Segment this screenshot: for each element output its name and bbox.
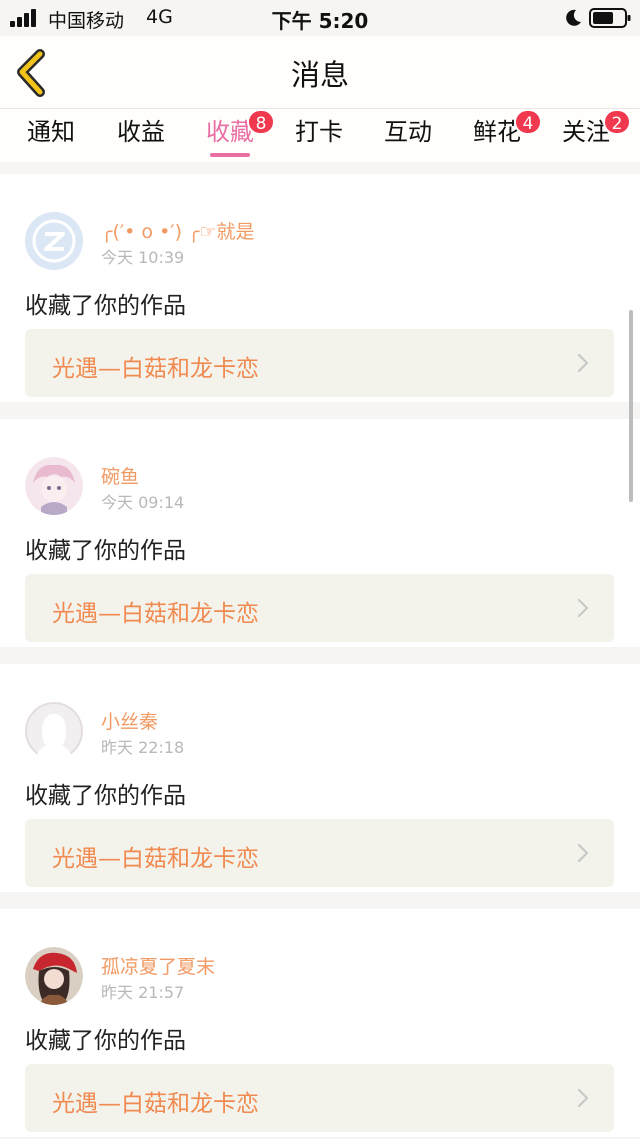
- chevron-right-icon: [577, 1088, 589, 1108]
- timestamp: 今天 09:14: [101, 493, 185, 512]
- battery-icon: [589, 8, 631, 28]
- avatar[interactable]: [25, 212, 83, 270]
- tab-checkin[interactable]: 打卡: [284, 115, 354, 161]
- action-text: 收藏了你的作品: [25, 293, 186, 319]
- page-title: 消息: [290, 58, 349, 92]
- chevron-right-icon: [577, 598, 589, 618]
- work-title: 光遇—白菇和龙卡恋: [52, 1091, 259, 1117]
- timestamp: 昨天 22:18: [101, 738, 185, 757]
- status-bar: 中国移动 4G 下午 5:20: [0, 0, 640, 36]
- work-card[interactable]: 光遇—白菇和龙卡恋: [25, 329, 614, 397]
- avatar[interactable]: [25, 457, 83, 515]
- chevron-right-icon: [577, 353, 589, 373]
- tab-label: 打卡: [295, 118, 343, 146]
- avatar[interactable]: [25, 702, 83, 760]
- tab-label: 通知: [27, 118, 75, 146]
- work-card[interactable]: 光遇—白菇和龙卡恋: [25, 819, 614, 887]
- action-text: 收藏了你的作品: [25, 538, 186, 564]
- timestamp: 今天 10:39: [101, 248, 185, 267]
- username[interactable]: 孤凉夏了夏末: [101, 952, 215, 979]
- tab-bar: 通知 收益 收藏 8 打卡 互动 鲜花 4 关注 2: [0, 108, 640, 162]
- avatar[interactable]: [25, 947, 83, 1005]
- tab-interaction[interactable]: 互动: [373, 115, 443, 161]
- username[interactable]: ╭(′• o •′) ╭☞就是: [101, 217, 255, 244]
- list-item: 小丝秦 昨天 22:18 收藏了你的作品 光遇—白菇和龙卡恋: [0, 664, 640, 892]
- tab-earnings[interactable]: 收益: [106, 115, 176, 161]
- girl-photo-avatar-icon: [25, 947, 83, 1005]
- tab-label: 收益: [117, 118, 165, 146]
- list-item: 碗鱼 今天 09:14 收藏了你的作品 光遇—白菇和龙卡恋: [0, 419, 640, 647]
- list-item: ╭(′• o •′) ╭☞就是 今天 10:39 收藏了你的作品 光遇—白菇和龙…: [0, 174, 640, 402]
- action-text: 收藏了你的作品: [25, 783, 186, 809]
- tab-favorites[interactable]: 收藏 8: [195, 109, 275, 161]
- tab-badge: 2: [603, 109, 631, 135]
- tab-badge: 4: [514, 109, 542, 135]
- username[interactable]: 碗鱼: [101, 462, 139, 489]
- action-text: 收藏了你的作品: [25, 1028, 186, 1054]
- header-bar: 消息: [0, 36, 640, 108]
- list-item: 孤凉夏了夏末 昨天 21:57 收藏了你的作品 光遇—白菇和龙卡恋: [0, 909, 640, 1137]
- active-tab-indicator: [210, 153, 250, 157]
- work-card[interactable]: 光遇—白菇和龙卡恋: [25, 574, 614, 642]
- moon-icon: [566, 9, 581, 26]
- chevron-right-icon: [577, 843, 589, 863]
- username[interactable]: 小丝秦: [101, 707, 158, 734]
- tab-label: 互动: [384, 118, 432, 146]
- default-user-avatar-icon: [25, 702, 83, 760]
- qq-default-avatar-icon: [25, 212, 83, 270]
- anime-character-avatar-icon: [25, 457, 83, 515]
- status-time: 下午 5:20: [271, 9, 369, 33]
- scrollbar[interactable]: [629, 310, 633, 502]
- message-list[interactable]: ╭(′• o •′) ╭☞就是 今天 10:39 收藏了你的作品 光遇—白菇和龙…: [0, 162, 640, 1139]
- tab-notifications[interactable]: 通知: [16, 115, 86, 161]
- work-title: 光遇—白菇和龙卡恋: [52, 601, 259, 627]
- work-title: 光遇—白菇和龙卡恋: [52, 356, 259, 382]
- timestamp: 昨天 21:57: [101, 983, 185, 1002]
- tab-flowers[interactable]: 鲜花 4: [462, 109, 542, 161]
- tab-follow[interactable]: 关注 2: [551, 109, 631, 161]
- work-card[interactable]: 光遇—白菇和龙卡恋: [25, 1064, 614, 1132]
- work-title: 光遇—白菇和龙卡恋: [52, 846, 259, 872]
- tab-badge: 8: [247, 109, 275, 135]
